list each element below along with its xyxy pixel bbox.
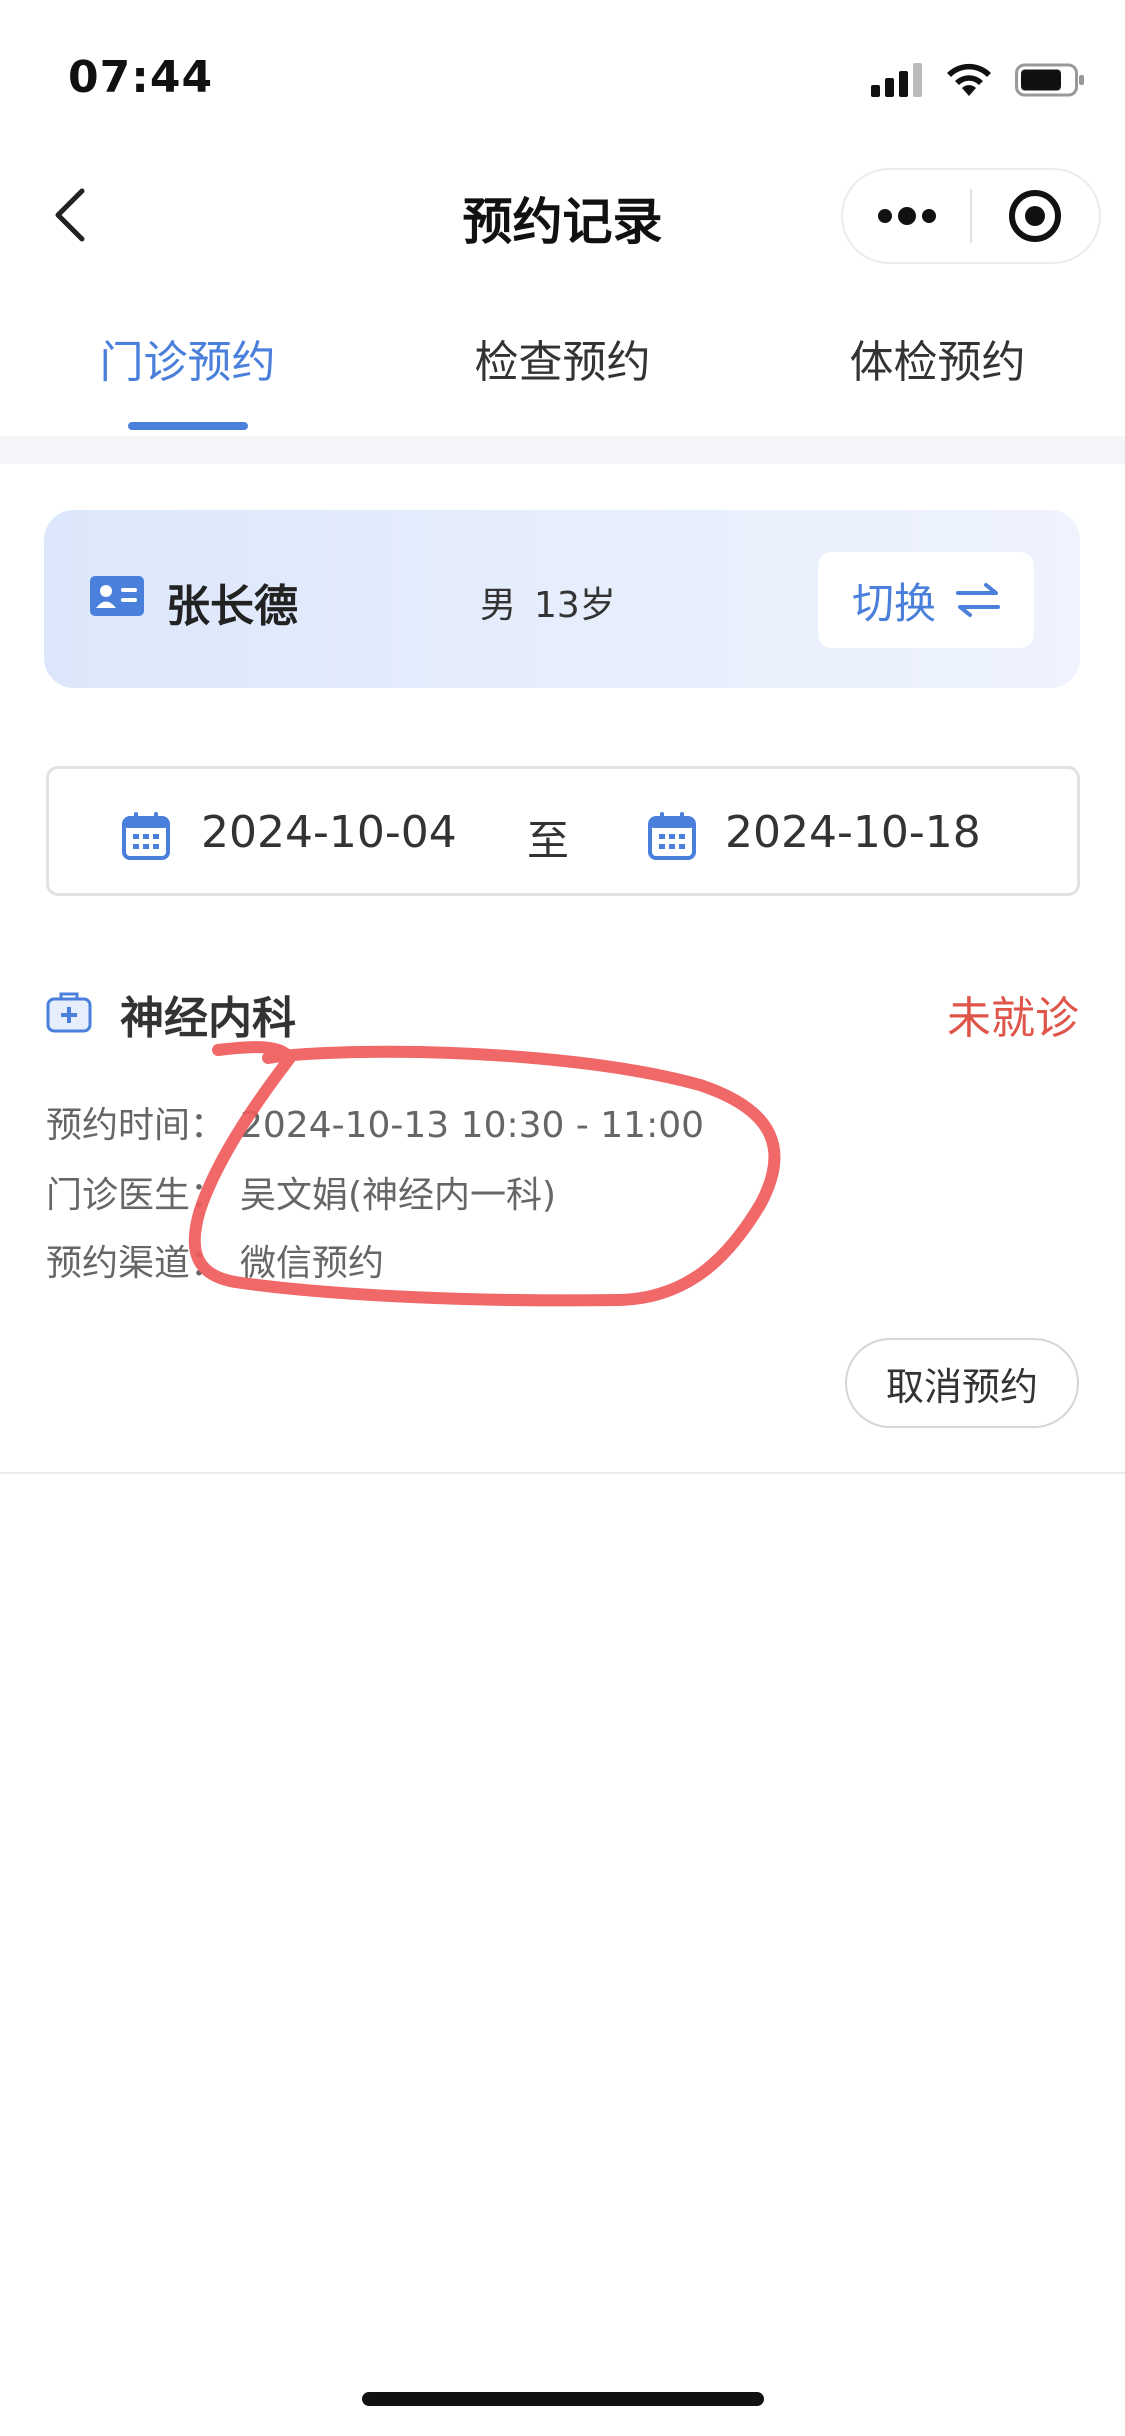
row-label: 门诊医生： [46, 1175, 227, 1216]
patient-name: 张长德 [166, 581, 298, 632]
row-value: 吴文娟(神经内一科) [240, 1175, 557, 1216]
end-date[interactable]: 2024-10-18 [725, 807, 981, 858]
status-time: 07:44 [68, 52, 214, 103]
signal-icon [871, 63, 922, 97]
mini-program-capsule [841, 168, 1101, 264]
tab-examination[interactable]: 检查预约 [375, 290, 750, 430]
patient-age: 13岁 [534, 585, 616, 626]
doctor-row: 门诊医生： 吴文娟(神经内一科) [46, 1166, 556, 1218]
target-close-icon [1009, 190, 1062, 242]
date-separator: 至 [527, 816, 570, 865]
switch-label: 切换 [851, 578, 936, 628]
close-mini-program-button[interactable] [972, 170, 1099, 262]
status-bar: 07:44 [0, 0, 1125, 150]
row-value: 微信预约 [240, 1243, 385, 1284]
swap-arrows-icon [956, 583, 1000, 617]
department-name: 神经内科 [120, 993, 296, 1044]
date-range-filter: 2024-10-04 至 2024-10-18 [46, 766, 1080, 896]
cancel-appointment-button[interactable]: 取消预约 [845, 1338, 1079, 1428]
tab-outpatient[interactable]: 门诊预约 [0, 290, 375, 430]
id-card-icon [90, 576, 144, 616]
appointment-tabs: 门诊预约 检查预约 体检预约 [0, 290, 1125, 430]
tab-label: 体检预约 [849, 337, 1026, 388]
channel-row: 预约渠道： 微信预约 [46, 1234, 384, 1286]
appointment-record: 神经内科 未就诊 预约时间： 2024-10-13 10:30 - 11:00 门… [0, 960, 1125, 1472]
start-date[interactable]: 2024-10-04 [201, 807, 457, 858]
more-dots-icon [877, 207, 936, 225]
tab-active-indicator [127, 422, 248, 430]
more-button[interactable] [843, 170, 970, 262]
wifi-icon [947, 63, 991, 96]
patient-card: 张长德 男 13岁 切换 [44, 510, 1080, 688]
tab-physical-checkup[interactable]: 体检预约 [750, 290, 1125, 430]
medical-kit-icon [46, 992, 92, 1033]
battery-icon [1015, 63, 1084, 97]
calendar-icon [648, 812, 696, 860]
switch-patient-button[interactable]: 切换 [818, 552, 1034, 648]
status-icons [871, 62, 1085, 98]
row-value: 2024-10-13 10:30 - 11:00 [240, 1105, 705, 1146]
status-badge: 未就诊 [947, 993, 1079, 1044]
tab-label: 检查预约 [474, 337, 651, 388]
row-label: 预约时间： [46, 1105, 227, 1146]
patient-gender: 男 [480, 585, 517, 626]
tab-label: 门诊预约 [99, 337, 276, 388]
section-separator [0, 436, 1125, 464]
row-label: 预约渠道： [46, 1243, 227, 1284]
appointment-time-row: 预约时间： 2024-10-13 10:30 - 11:00 [46, 1096, 704, 1148]
record-divider [0, 1472, 1125, 1474]
calendar-icon [122, 812, 170, 860]
nav-bar: 预约记录 [0, 160, 1125, 270]
home-indicator[interactable] [362, 2392, 764, 2406]
